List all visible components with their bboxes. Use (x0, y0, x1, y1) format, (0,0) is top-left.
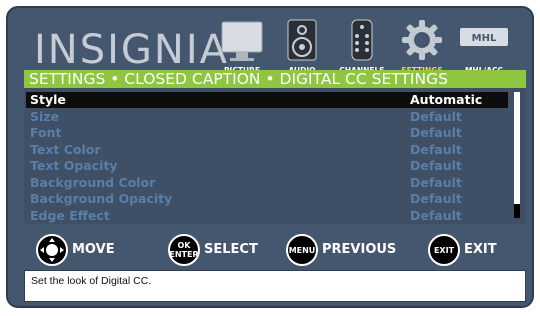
setting-label: Background Color (30, 174, 156, 190)
mhl-icon-text: MHL (472, 33, 497, 44)
setting-style[interactable]: Style Automatic (26, 92, 508, 108)
setting-label: Font (30, 125, 62, 140)
tab-mhl-acc[interactable]: MHL MHL/ACC (454, 18, 514, 76)
setting-label: Edge Effect (30, 207, 110, 223)
scrollbar-thumb[interactable] (514, 204, 520, 218)
setting-text-color[interactable]: Text Color Default (26, 142, 508, 158)
menu-button-icon: MENU (286, 234, 318, 266)
scrollbar[interactable] (514, 92, 520, 218)
gear-icon (400, 18, 444, 66)
setting-edge-effect[interactable]: Edge Effect Default (26, 208, 508, 224)
dpad-icon (36, 234, 68, 266)
setting-size[interactable]: Size Default (26, 109, 508, 125)
setting-background-color[interactable]: Background Color Default (26, 175, 508, 191)
hint-move-label: MOVE (72, 242, 115, 257)
setting-value: Default (410, 191, 462, 206)
tab-settings[interactable]: SETTINGS (392, 18, 452, 76)
tab-picture[interactable]: PICTURE (212, 18, 272, 76)
tv-icon (220, 18, 264, 66)
setting-label: Size (30, 108, 60, 124)
exit-button-icon: EXIT (428, 234, 460, 266)
setting-label: Text Color (30, 141, 101, 157)
tab-channels[interactable]: CHANNELS (332, 18, 392, 76)
setting-value: Default (410, 158, 462, 173)
setting-label: Text Opacity (30, 158, 118, 173)
ok-enter-button-icon: OK ENTER (168, 234, 200, 266)
setting-value: Automatic (410, 92, 483, 107)
mhl-icon: MHL (460, 28, 508, 50)
tab-audio[interactable]: AUDIO (272, 18, 332, 76)
setting-value: Default (410, 141, 462, 157)
hint-select-label: SELECT (204, 242, 258, 257)
setting-value: Default (410, 207, 462, 223)
setting-background-opacity[interactable]: Background Opacity Default (26, 191, 508, 207)
setting-value: Default (410, 108, 462, 124)
settings-list: Style Automatic Size Default Font Defaul… (24, 88, 526, 224)
setting-value: Default (410, 174, 462, 190)
hint-exit-label: EXIT (464, 242, 497, 257)
speaker-icon (280, 18, 324, 66)
brand-logo: INSIGNIA (34, 27, 229, 73)
status-description: Set the look of Digital CC. (24, 270, 526, 302)
setting-value: Default (410, 125, 462, 140)
setting-text-opacity[interactable]: Text Opacity Default (26, 158, 508, 174)
remote-icon (340, 18, 384, 66)
setting-label: Background Opacity (30, 191, 173, 206)
setting-label: Style (30, 92, 66, 107)
breadcrumb: SETTINGS • CLOSED CAPTION • DIGITAL CC S… (24, 70, 526, 88)
setting-font[interactable]: Font Default (26, 125, 508, 141)
hint-previous-label: PREVIOUS (322, 242, 397, 257)
